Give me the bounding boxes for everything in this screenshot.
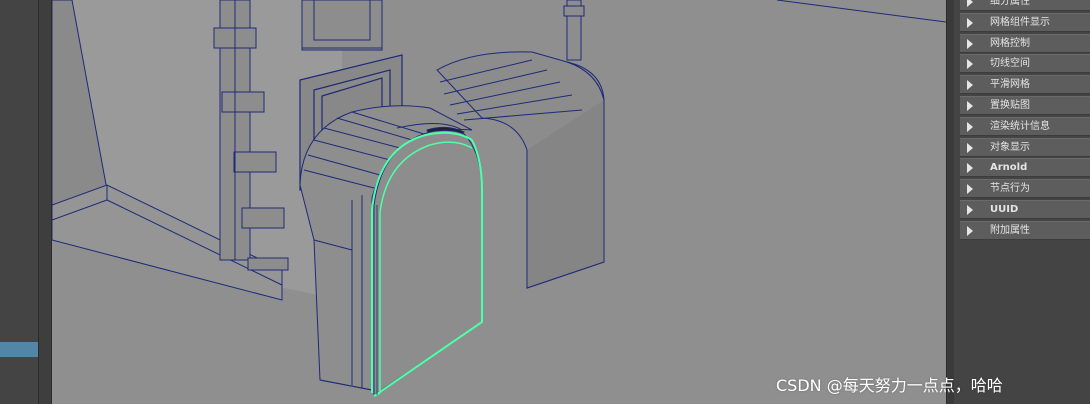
- attr-section-0[interactable]: 细分属性: [960, 0, 1090, 11]
- attr-section-11[interactable]: 附加属性: [960, 220, 1090, 240]
- triangle-right-icon[interactable]: [967, 184, 973, 195]
- attr-section-6[interactable]: 渲染统计信息: [960, 116, 1090, 136]
- triangle-right-icon[interactable]: [967, 225, 973, 236]
- attr-section-label: 平滑网格: [990, 79, 1030, 91]
- triangle-right-icon[interactable]: [967, 80, 973, 91]
- 3d-viewport[interactable]: [52, 0, 946, 404]
- attr-section-5[interactable]: 置换贴图: [960, 96, 1090, 115]
- attr-section-label: 网格控制: [990, 37, 1030, 49]
- attribute-editor-panel: 细分属性网格组件显示 网格控制切线空间平滑网格置换贴图渲染统计信息 对象显示 Arno…: [954, 0, 1090, 404]
- triangle-right-icon[interactable]: [967, 101, 973, 111]
- left-panel-splitter[interactable]: [38, 0, 52, 404]
- attr-section-label: 切线空间: [990, 58, 1030, 70]
- triangle-right-icon[interactable]: [967, 205, 973, 215]
- left-toolbox-panel: [0, 0, 38, 404]
- attr-section-label: 网格组件显示: [990, 16, 1050, 28]
- attr-section-label: 附加属性: [990, 224, 1030, 236]
- triangle-right-icon[interactable]: [967, 59, 973, 70]
- attr-section-9[interactable]: 节点行为: [960, 179, 1090, 199]
- attr-section-label: 渲染统计信息: [990, 120, 1050, 132]
- attr-section-3[interactable]: 切线空间: [960, 54, 1090, 74]
- attr-section-label: 置换贴图: [990, 100, 1030, 111]
- right-panel-splitter[interactable]: [946, 0, 954, 404]
- watermark-text: CSDN @每天努力一点点，哈哈: [776, 376, 1003, 395]
- viewport-scene: [52, 0, 946, 397]
- active-tool-highlight[interactable]: [0, 342, 38, 357]
- window-frame: [301, 0, 383, 51]
- attr-section-label: UUID: [990, 204, 1019, 215]
- triangle-right-icon[interactable]: [967, 0, 973, 7]
- triangle-right-icon[interactable]: [967, 38, 973, 49]
- attr-section-label: Arnold: [990, 162, 1028, 174]
- attr-section-label: 节点行为: [990, 183, 1030, 195]
- attr-section-8[interactable]: Arnold: [960, 158, 1090, 178]
- attr-section-1[interactable]: 网格组件显示: [960, 12, 1090, 32]
- triangle-right-icon[interactable]: [967, 142, 973, 153]
- attr-section-7[interactable]: 对象显示: [960, 137, 1090, 157]
- attr-section-label: 对象显示: [990, 141, 1030, 153]
- attr-section-2[interactable]: 网格控制: [960, 33, 1090, 53]
- triangle-right-icon[interactable]: [967, 17, 973, 28]
- right-pillar: [563, 0, 585, 61]
- attr-section-10[interactable]: UUID: [960, 200, 1090, 219]
- attr-section-label: 细分属性: [990, 0, 1030, 7]
- triangle-right-icon[interactable]: [967, 163, 973, 174]
- attr-section-4[interactable]: 平滑网格: [960, 75, 1090, 95]
- selected-door-slab[interactable]: [371, 129, 483, 397]
- triangle-right-icon[interactable]: [967, 121, 973, 132]
